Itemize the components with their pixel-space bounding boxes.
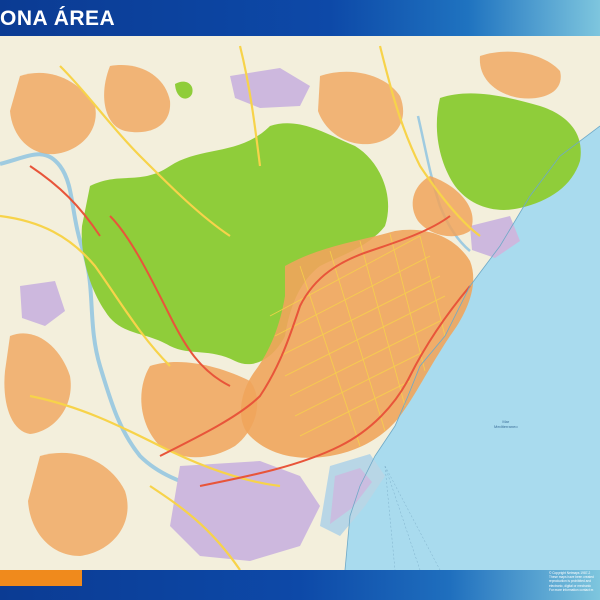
title-bar: ONA ÁREA: [0, 0, 600, 40]
map-canvas: [0, 36, 600, 570]
footer-bar: [0, 570, 600, 600]
map-title: ONA ÁREA: [0, 7, 116, 30]
copyright-notice: © Copyright Netmaps 1987-2 These maps ha…: [549, 571, 600, 592]
map-poster: ONA ÁREA Mar Mediterraneo © Copyright Ne…: [0, 0, 600, 600]
street-map: Mar Mediterraneo: [0, 36, 600, 570]
copyright-line: For more information contact m: [549, 587, 594, 592]
sea-label: Mar Mediterraneo: [494, 419, 518, 429]
footer-accent-tab: [0, 570, 82, 586]
sea-label-line2: Mediterraneo: [494, 424, 518, 429]
